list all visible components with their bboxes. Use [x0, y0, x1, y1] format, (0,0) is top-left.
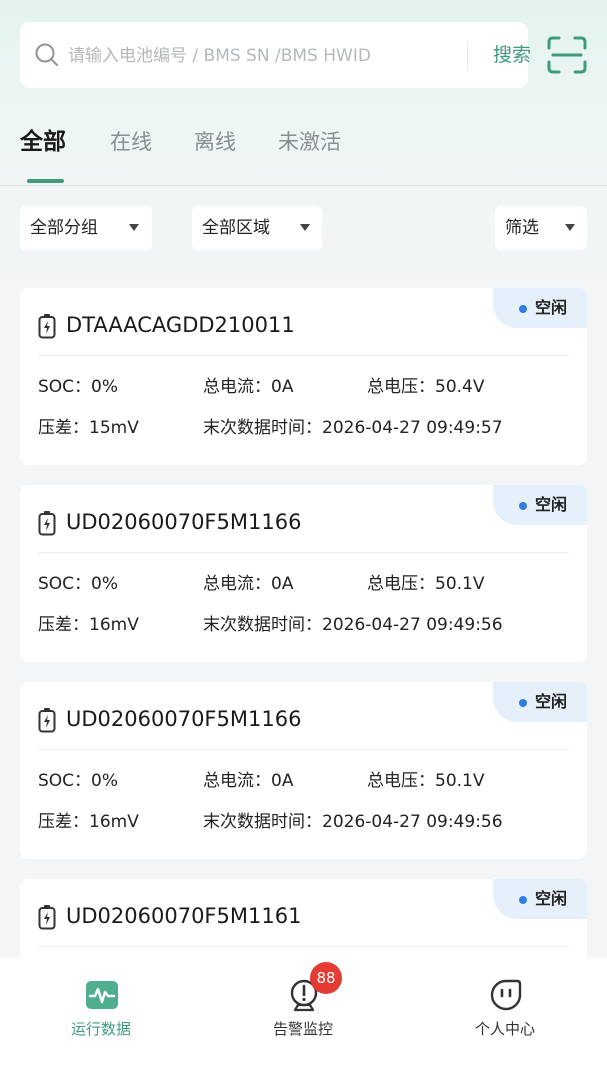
region-filter-label: 全部区域 — [202, 218, 270, 238]
search-button[interactable]: 搜索 — [482, 38, 542, 72]
caret-down-icon — [129, 224, 139, 231]
status-text: 空闲 — [535, 889, 568, 908]
search-input[interactable] — [66, 40, 450, 72]
last-time-value: 2026-04-27 09:49:57 — [322, 418, 503, 438]
soc-field: SOC：0% — [38, 574, 119, 594]
voltage-field: 总电压：50.1V — [367, 771, 485, 791]
face-icon — [490, 979, 522, 1011]
scan-icon[interactable] — [547, 36, 587, 74]
battery-icon — [38, 708, 56, 733]
soc-field: SOC：0% — [38, 377, 119, 397]
search-icon — [35, 43, 58, 66]
current-field: 总电流：0A — [203, 771, 294, 791]
card-divider — [38, 749, 569, 750]
battery-card[interactable]: 空闲 DTAAACAGDD210011 SOC：0% 总电流：0A 总电压：50… — [20, 288, 587, 465]
status-text: 空闲 — [535, 298, 568, 317]
soc-value: 0% — [91, 377, 119, 397]
current-value: 0A — [271, 574, 294, 594]
battery-icon — [38, 905, 56, 930]
diff-field: 压差：15mV — [38, 418, 139, 438]
tab-online[interactable]: 在线 — [110, 126, 152, 158]
soc-value: 0% — [91, 574, 119, 594]
diff-value: 16mV — [89, 615, 139, 635]
search-bar: 搜索 — [20, 22, 531, 88]
battery-card[interactable]: 空闲 UD02060070F5M1166 SOC：0% 总电流：0A 总电压：5… — [20, 682, 587, 859]
tab-all[interactable]: 全部 — [20, 126, 66, 158]
active-tab-indicator — [27, 179, 64, 183]
tab-inactive[interactable]: 未激活 — [278, 126, 341, 158]
status-badge: 空闲 — [493, 288, 587, 328]
search-divider — [467, 42, 468, 70]
diff-value: 15mV — [89, 418, 139, 438]
battery-sn: UD02060070F5M1166 — [66, 707, 302, 731]
bottom-nav: 运行数据 88 告警监控 个人中心 — [0, 958, 607, 1080]
group-filter-label: 全部分组 — [30, 218, 98, 238]
battery-sn: UD02060070F5M1166 — [66, 510, 302, 534]
screen-filter-label: 筛选 — [505, 218, 539, 238]
nav-label: 个人中心 — [474, 1020, 535, 1038]
card-divider — [38, 355, 569, 356]
last-time-field: 末次数据时间：2026-04-27 09:49:57 — [203, 418, 503, 438]
status-tabs: 全部 在线 离线 未激活 — [0, 118, 607, 186]
status-text: 空闲 — [535, 495, 568, 514]
status-badge: 空闲 — [493, 879, 587, 919]
current-value: 0A — [271, 771, 294, 791]
pulse-icon — [86, 981, 118, 1009]
nav-label: 告警监控 — [272, 1020, 333, 1038]
current-value: 0A — [271, 377, 294, 397]
screen-filter-dropdown[interactable]: 筛选 — [495, 206, 587, 250]
diff-field: 压差：16mV — [38, 615, 139, 635]
voltage-value: 50.1V — [435, 574, 485, 594]
nav-item-alarm[interactable]: 88 告警监控 — [202, 958, 404, 1080]
tabs-divider — [0, 185, 607, 186]
last-time-field: 末次数据时间：2026-04-27 09:49:56 — [203, 812, 503, 832]
voltage-value: 50.1V — [435, 771, 485, 791]
status-dot — [519, 305, 527, 313]
status-dot — [519, 896, 527, 904]
battery-sn: DTAAACAGDD210011 — [66, 313, 295, 337]
current-field: 总电流：0A — [203, 574, 294, 594]
status-dot — [519, 699, 527, 707]
battery-sn: UD02060070F5M1161 — [66, 904, 302, 928]
status-text: 空闲 — [535, 692, 568, 711]
diff-field: 压差：16mV — [38, 812, 139, 832]
caret-down-icon — [565, 224, 575, 231]
last-time-value: 2026-04-27 09:49:56 — [322, 615, 503, 635]
nav-label: 运行数据 — [70, 1020, 131, 1038]
current-field: 总电流：0A — [203, 377, 294, 397]
alarm-count-badge: 88 — [310, 962, 342, 994]
voltage-field: 总电压：50.4V — [367, 377, 485, 397]
status-badge: 空闲 — [493, 682, 587, 722]
last-time-value: 2026-04-27 09:49:56 — [322, 812, 503, 832]
voltage-value: 50.4V — [435, 377, 485, 397]
status-dot — [519, 502, 527, 510]
caret-down-icon — [300, 224, 310, 231]
soc-value: 0% — [91, 771, 119, 791]
group-filter-dropdown[interactable]: 全部分组 — [20, 206, 152, 250]
battery-card[interactable]: 空闲 UD02060070F5M1166 SOC：0% 总电流：0A 总电压：5… — [20, 485, 587, 662]
battery-icon — [38, 314, 56, 339]
last-time-field: 末次数据时间：2026-04-27 09:49:56 — [203, 615, 503, 635]
voltage-field: 总电压：50.1V — [367, 574, 485, 594]
region-filter-dropdown[interactable]: 全部区域 — [192, 206, 322, 250]
soc-field: SOC：0% — [38, 771, 119, 791]
nav-item-profile[interactable]: 个人中心 — [404, 958, 606, 1080]
card-divider — [38, 946, 569, 947]
status-badge: 空闲 — [493, 485, 587, 525]
card-divider — [38, 552, 569, 553]
battery-icon — [38, 511, 56, 536]
tab-offline[interactable]: 离线 — [194, 126, 236, 158]
nav-item-run-data[interactable]: 运行数据 — [0, 958, 202, 1080]
diff-value: 16mV — [89, 812, 139, 832]
